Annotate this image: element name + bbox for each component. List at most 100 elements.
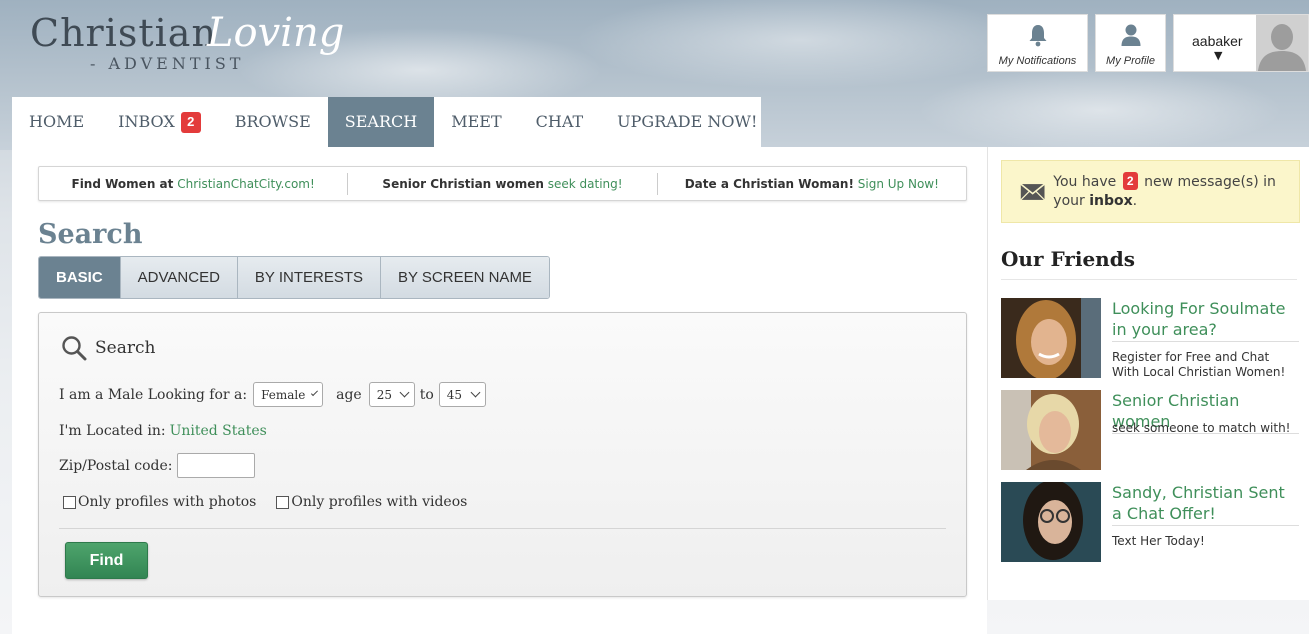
looking-for-row: I am a Male Looking for a: Female age 25… bbox=[59, 382, 486, 407]
ad-item: Date a Christian Woman! Sign Up Now! bbox=[658, 177, 966, 191]
nav-inbox-label: INBOX bbox=[118, 112, 175, 131]
location-link[interactable]: United States bbox=[170, 423, 267, 439]
age-min-select[interactable]: 25 bbox=[368, 382, 415, 407]
msg-prefix: You have bbox=[1053, 174, 1117, 190]
nav-home-label: HOME bbox=[29, 112, 85, 131]
nav-chat-label: CHAT bbox=[535, 112, 584, 131]
nav-browse[interactable]: BROWSE bbox=[218, 97, 328, 147]
zip-label: Zip/Postal code: bbox=[59, 457, 173, 474]
find-button[interactable]: Find bbox=[65, 542, 148, 579]
nav-chat[interactable]: CHAT bbox=[519, 97, 601, 147]
nav-home[interactable]: HOME bbox=[12, 97, 101, 147]
nav-search[interactable]: SEARCH bbox=[327, 97, 435, 147]
tab-advanced[interactable]: ADVANCED bbox=[120, 257, 238, 298]
inbox-count-badge: 2 bbox=[180, 112, 201, 133]
search-form-panel: Search I am a Male Looking for a: Female… bbox=[38, 312, 967, 597]
age-max-value: 45 bbox=[446, 387, 463, 402]
gender-select[interactable]: Female bbox=[253, 382, 324, 407]
friend-photo[interactable] bbox=[1001, 298, 1101, 378]
ad-text: Find Women at bbox=[71, 176, 174, 191]
friend-photo[interactable] bbox=[1001, 390, 1101, 470]
nav-inbox[interactable]: INBOX 2 bbox=[101, 97, 218, 147]
msg-suffix: . bbox=[1132, 193, 1138, 209]
gender-select-value: Female bbox=[261, 387, 306, 402]
friend-item[interactable]: Looking For Soulmate in your area? Regis… bbox=[1001, 298, 1301, 379]
bell-icon bbox=[1029, 25, 1046, 47]
friend-headline[interactable]: Sandy, Christian Sent a Chat Offer! bbox=[1112, 482, 1299, 526]
my-profile-button[interactable]: My Profile bbox=[1095, 14, 1166, 72]
friend-photo-image bbox=[1001, 390, 1101, 470]
videos-checkbox[interactable] bbox=[276, 495, 290, 509]
nav-search-label: SEARCH bbox=[344, 112, 418, 131]
nav-meet-label: MEET bbox=[451, 112, 502, 131]
main-nav: HOME INBOX 2 BROWSE SEARCH MEET CHAT UPGR… bbox=[12, 97, 761, 147]
right-sidebar: You have 2 new message(s) in your inbox.… bbox=[987, 147, 1309, 600]
avatar-placeholder-icon bbox=[1256, 15, 1308, 71]
main-content: Find Women at ChristianChatCity.com! Sen… bbox=[12, 147, 987, 634]
friend-photo-image bbox=[1001, 482, 1101, 562]
user-icon bbox=[1121, 24, 1140, 46]
avatar[interactable] bbox=[1256, 15, 1308, 71]
envelope-icon bbox=[1020, 182, 1046, 200]
new-messages-notice[interactable]: You have 2 new message(s) in your inbox. bbox=[1001, 160, 1300, 223]
nav-upgrade-label: UPGRADE NOW! bbox=[617, 112, 758, 131]
filters-row: Only profiles with photos Only profiles … bbox=[63, 494, 467, 510]
chevron-down-icon bbox=[311, 389, 319, 396]
friend-headline[interactable]: Looking For Soulmate in your area? bbox=[1112, 298, 1299, 342]
tab-basic[interactable]: BASIC bbox=[39, 257, 121, 298]
page-title: Search bbox=[38, 219, 143, 250]
age-max-select[interactable]: 45 bbox=[438, 382, 486, 407]
nav-upgrade[interactable]: UPGRADE NOW! bbox=[600, 97, 774, 147]
site-logo[interactable]: ChristianLoving - ADVENTIST bbox=[30, 10, 345, 73]
logo-script-text: Loving bbox=[206, 10, 345, 56]
age-label: age bbox=[336, 386, 362, 403]
username: aabaker bbox=[1192, 33, 1243, 49]
ad-bar: Find Women at ChristianChatCity.com! Sen… bbox=[38, 166, 967, 201]
user-menu[interactable]: aabaker ▼ bbox=[1173, 14, 1309, 72]
magnifier-icon bbox=[62, 336, 87, 361]
chevron-down-icon bbox=[470, 387, 481, 398]
zip-input[interactable] bbox=[177, 453, 256, 478]
logo-subtitle: - ADVENTIST bbox=[90, 54, 245, 73]
friend-item[interactable]: Sandy, Christian Sent a Chat Offer! Text… bbox=[1001, 482, 1301, 562]
videos-label[interactable]: Only profiles with videos bbox=[291, 494, 467, 510]
chevron-down-icon bbox=[399, 387, 410, 398]
friend-photo-image bbox=[1001, 298, 1101, 378]
ad-text: Date a Christian Woman! bbox=[684, 176, 854, 191]
nav-browse-label: BROWSE bbox=[234, 112, 311, 131]
tab-by-interests[interactable]: BY INTERESTS bbox=[237, 257, 382, 298]
ad-link[interactable]: seek dating! bbox=[548, 177, 623, 191]
photos-label[interactable]: Only profiles with photos bbox=[78, 494, 256, 510]
ad-item: Find Women at ChristianChatCity.com! bbox=[39, 177, 347, 191]
new-messages-text: You have 2 new message(s) in your inbox. bbox=[1053, 172, 1299, 211]
ad-link[interactable]: Sign Up Now! bbox=[858, 177, 939, 191]
divider bbox=[1001, 279, 1297, 280]
location-label: I'm Located in: bbox=[59, 423, 166, 439]
caret-down-icon: ▼ bbox=[1214, 49, 1223, 62]
age-min-value: 25 bbox=[376, 387, 392, 402]
divider bbox=[59, 528, 946, 529]
friend-text: Register for Free and Chat With Local Ch… bbox=[1112, 350, 1286, 379]
message-count-badge: 2 bbox=[1122, 172, 1138, 190]
notifications-button[interactable]: My Notifications bbox=[987, 14, 1088, 72]
notifications-label: My Notifications bbox=[998, 55, 1077, 67]
to-label: to bbox=[419, 386, 434, 403]
photos-checkbox[interactable] bbox=[63, 495, 76, 509]
zip-row: Zip/Postal code: bbox=[59, 453, 256, 478]
ad-link[interactable]: ChristianChatCity.com! bbox=[177, 177, 315, 191]
friend-text: seek someone to match with! bbox=[1112, 421, 1291, 435]
search-form-title: Search bbox=[95, 338, 156, 358]
search-form-heading: Search bbox=[61, 335, 155, 361]
friends-title: Our Friends bbox=[1001, 247, 1135, 271]
logo-main-text: Christian bbox=[30, 11, 217, 55]
friend-item[interactable]: Senior Christian women seek someone to m… bbox=[1001, 390, 1301, 470]
ad-text: Senior Christian women bbox=[382, 176, 544, 191]
ad-item: Senior Christian women seek dating! bbox=[348, 177, 656, 191]
search-tabs: BASIC ADVANCED BY INTERESTS BY SCREEN NA… bbox=[38, 256, 550, 299]
inbox-link[interactable]: inbox bbox=[1089, 193, 1132, 209]
friend-text: Text Her Today! bbox=[1112, 534, 1205, 548]
my-profile-label: My Profile bbox=[1106, 55, 1155, 67]
nav-meet[interactable]: MEET bbox=[434, 97, 518, 147]
friend-photo[interactable] bbox=[1001, 482, 1101, 562]
tab-by-screen-name[interactable]: BY SCREEN NAME bbox=[381, 257, 549, 298]
